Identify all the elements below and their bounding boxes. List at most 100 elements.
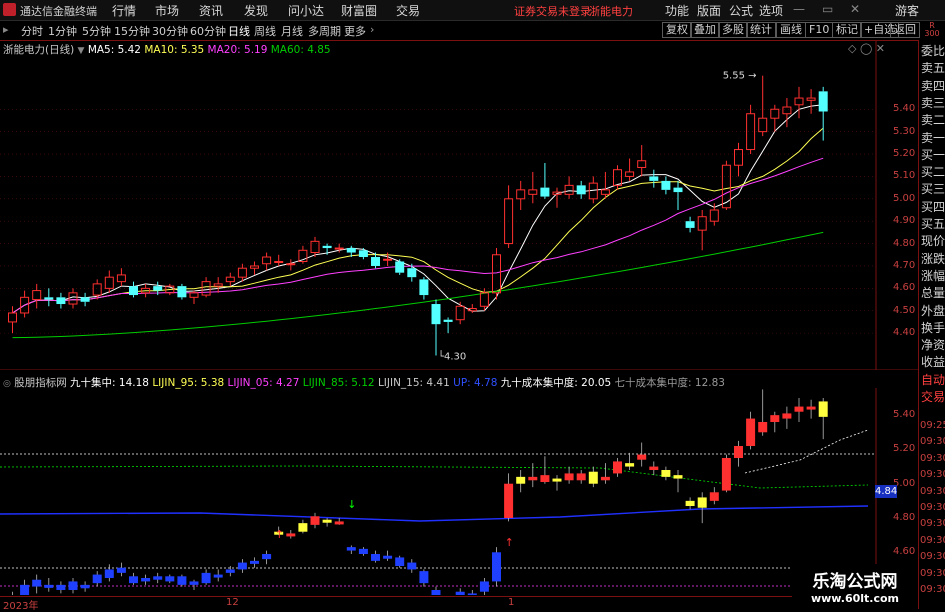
period-5min[interactable]: 5分钟 [82,23,111,39]
kline-candle [274,254,284,266]
period-30min[interactable]: 30分钟 [152,23,188,39]
main-kline-chart[interactable]: 5.55 → └4.30 [0,40,918,370]
period-60min[interactable]: 60分钟 [190,23,226,39]
menu-item-layout[interactable]: 版面 [697,2,721,19]
close-icon[interactable]: ✕ [850,2,860,16]
kline-candle [540,162,550,199]
date-axis: 2023年 12 1 [0,596,918,612]
sub-bar [600,463,610,484]
tick-time-label: 09:30 [920,551,945,563]
menu-item-function[interactable]: 功能 [665,2,689,19]
toolbar-arrow-icon[interactable]: ▸ [3,23,9,36]
sub-bar [818,398,828,440]
period-1min[interactable]: 1分钟 [48,23,77,39]
kline-candle [443,317,453,334]
sub-bar [492,547,501,587]
sub-axis-label: 4.60 [893,546,916,558]
sub-bar [237,559,247,573]
ma10-line [12,127,824,314]
sub-bar [625,452,635,470]
period-multi[interactable]: 多周期 [308,23,341,39]
kline-candle [8,306,17,334]
tick-time-label: 09:30 [920,518,945,530]
period-more[interactable]: 更多 [344,23,366,39]
kline-candle [189,290,199,305]
sub-bar [395,555,405,568]
btn-huaxian[interactable]: 画线 [776,22,806,38]
btn-f10[interactable]: F10 [805,22,834,38]
sub-bar [383,550,393,561]
btn-tongji[interactable]: 统计 [746,22,776,38]
sub-bar [758,389,768,436]
tick-time-column: 09:25 09:30 09:30 09:30 09:30 09:30 09:30 09:30… [918,420,945,595]
menu-item-wealth[interactable]: 财富圈 [341,2,377,19]
sub-bar [431,586,441,595]
kline-candle [286,259,296,271]
guest-label[interactable]: 游客 [895,2,919,19]
watermark-title: 乐淘公式网 [812,572,898,592]
menu-item-ask[interactable]: 问小达 [288,2,324,19]
period-15min[interactable]: 15分钟 [114,23,150,39]
corner-label: R 300 [920,22,944,38]
side-panel-label: 涨幅 [921,268,945,283]
price-axis: 5.40 5.30 5.20 5.10 5.00 4.90 4.80 4.70 4.60 4.50… [893,40,917,370]
sub-bar [153,572,163,584]
sub-bar [709,487,719,505]
menu-item-news[interactable]: 资讯 [199,2,223,19]
btn-biaoji[interactable]: 标记 [832,22,862,38]
period-daily[interactable]: 日线 [228,23,250,39]
sub-bar [371,550,380,563]
sub-bar [322,518,332,527]
btn-diejia[interactable]: 叠加 [690,22,720,38]
sell-arrow-icon: ↓ [347,498,356,511]
menu-item-formula[interactable]: 公式 [729,2,753,19]
sub-bar [467,590,477,595]
period-toolbar: ▸ 分时 1分钟 5分钟 15分钟 30分钟 60分钟 日线 周线 月线 多周期… [0,21,945,41]
side-panel-label: 卖二 [921,113,945,128]
sub-bar [141,574,151,585]
sub-axis-label: 4.80 [893,512,916,523]
period-monthly[interactable]: 月线 [281,23,303,39]
price-axis-label: 4.40 [893,327,916,339]
kline-candle [734,142,743,177]
sub-bar [201,569,211,585]
sub-bar [56,581,66,594]
kline-candle [68,288,78,309]
sub-bar [68,578,78,594]
kline-candle [637,145,647,177]
tick-time-label: 09:30 [920,469,945,481]
btn-fuquan[interactable]: 复权 [662,22,692,38]
sub-bar [346,545,356,554]
kline-candle [455,301,465,325]
sub-bar [310,512,320,529]
period-fenshi[interactable]: 分时 [21,23,43,39]
side-panel-label: 委比 [921,44,945,58]
menu-item-discover[interactable]: 发现 [244,2,268,19]
price-axis-label: 5.30 [893,125,916,137]
date-label-jan: 1 [508,597,515,608]
sub-bar [407,559,417,573]
btn-duogu[interactable]: 多股 [718,22,748,38]
sub-bar [576,470,586,484]
minimize-icon[interactable]: — [793,2,805,16]
menu-item-quotes[interactable]: 行情 [112,2,136,19]
menu-item-options[interactable]: 选项 [759,2,783,19]
period-weekly[interactable]: 周线 [254,23,276,39]
btn-fanhui[interactable]: 返回 [890,22,920,38]
sub-bar [44,578,54,592]
sub-indicator-chart[interactable]: ↑ ↓ ↑ [0,388,918,595]
kline-candle [250,261,259,275]
side-panel-label: 买二 [921,165,945,180]
kline-candle [649,169,659,188]
menu-item-trade[interactable]: 交易 [396,2,420,19]
side-panel-label: 买三 [921,182,945,197]
more-chevron-icon[interactable]: › [370,23,374,36]
restore-icon[interactable]: ▭ [822,2,833,16]
menu-item-market[interactable]: 市场 [155,2,179,19]
tick-time-label: 09:25 [920,420,945,431]
login-alert[interactable]: 证券交易未登录 [514,3,591,19]
sub-bar [588,466,598,488]
kline-candle [564,176,574,199]
side-panel-label: 收益 [921,355,945,370]
sub-bar [479,578,489,595]
